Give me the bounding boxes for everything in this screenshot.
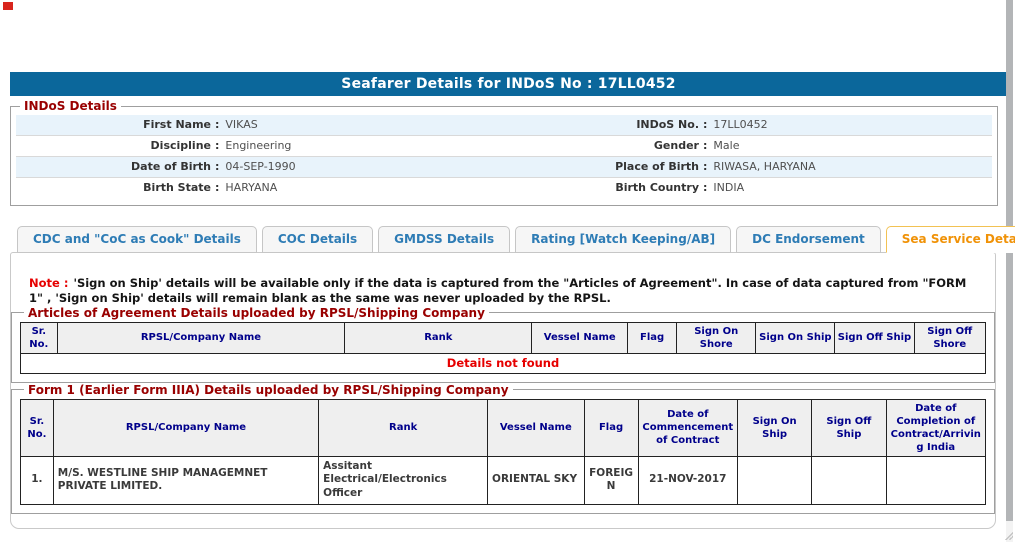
tab-bar: CDC and "CoC as Cook" Details COC Detail… — [17, 226, 1015, 253]
page-title: Seafarer Details for INDoS No : 17LL0452 — [341, 76, 676, 92]
field-value-gender: Male — [713, 139, 740, 152]
details-not-found-message: Details not found — [20, 352, 986, 374]
separator: : — [215, 118, 220, 131]
field-value-date-of-birth: 04-SEP-1990 — [225, 160, 296, 173]
tab-gmdss-details[interactable]: GMDSS Details — [378, 226, 511, 253]
table-header-row: Sr. No. RPSL/Company Name Rank Vessel Na… — [20, 321, 987, 354]
cell-date-of-completion — [885, 455, 987, 505]
tab-content-panel: Note : 'Sign on Ship' details will be ava… — [10, 252, 996, 529]
col-header-rank: Rank — [344, 321, 533, 354]
articles-of-agreement-table: Sr. No. RPSL/Company Name Rank Vessel Na… — [20, 321, 987, 374]
table-row: Details not found — [20, 352, 986, 374]
broken-image-icon — [3, 2, 13, 10]
field-value-birth-state: HARYANA — [225, 181, 278, 194]
cell-sr-no: 1. — [20, 455, 54, 505]
articles-of-agreement-fieldset: Articles of Agreement Details uploaded b… — [11, 305, 995, 383]
field-label-birth-country: Birth Country — [615, 181, 699, 194]
col-header-sr-no: Sr. No. — [20, 321, 58, 354]
page-title-bar: Seafarer Details for INDoS No : 17LL0452 — [10, 72, 1007, 96]
field-label-date-of-birth: Date of Birth — [131, 160, 211, 173]
field-gender: Gender: Male — [504, 136, 992, 156]
indos-details-legend: INDoS Details — [24, 99, 117, 113]
separator: : — [215, 160, 220, 173]
articles-of-agreement-legend: Articles of Agreement Details uploaded b… — [28, 305, 485, 320]
tab-cdc-and-coc-as-cook-details[interactable]: CDC and "CoC as Cook" Details — [17, 226, 257, 253]
separator: : — [215, 181, 220, 194]
tab-sea-service-details[interactable]: Sea Service Details — [885, 226, 1015, 253]
indos-details-fieldset: INDoS Details First Name: VIKAS INDoS No.… — [10, 99, 998, 206]
table-header-row: Sr. No. RPSL/Company Name Rank Vessel Na… — [20, 398, 987, 457]
detail-row: Date of Birth:04-SEP-1990 Place of Birth… — [16, 157, 992, 178]
col-header-sign-on-ship: Sign On Ship — [755, 321, 836, 354]
separator: : — [703, 118, 708, 131]
cell-vessel-name: ORIENTAL SKY — [487, 455, 585, 505]
field-label-gender: Gender — [653, 139, 699, 152]
field-label-first-name: First Name — [143, 118, 211, 131]
form1-details-fieldset: Form 1 (Earlier Form IIIA) Details uploa… — [11, 382, 995, 514]
field-first-name: First Name: VIKAS — [16, 115, 504, 135]
separator: : — [215, 139, 220, 152]
form1-details-legend: Form 1 (Earlier Form IIIA) Details uploa… — [28, 382, 509, 397]
tab-dc-endorsement[interactable]: DC Endorsement — [736, 226, 881, 253]
col-header-vessel-name: Vessel Name — [531, 321, 628, 354]
col-header-rpsl-company-name: RPSL/Company Name — [52, 398, 320, 457]
field-label-place-of-birth: Place of Birth — [615, 160, 699, 173]
field-date-of-birth: Date of Birth:04-SEP-1990 — [16, 157, 504, 177]
separator: : — [703, 181, 708, 194]
note-text: 'Sign on Ship' details will be available… — [29, 276, 967, 305]
detail-row: Birth State: HARYANA Birth Country: INDIA — [16, 178, 992, 198]
col-header-rank: Rank — [318, 398, 489, 457]
field-label-indos-no: INDoS No. — [636, 118, 699, 131]
table-row: 1. M/S. WESTLINE SHIP MANAGEMNET PRIVATE… — [20, 455, 987, 505]
vertical-scrollbar-thumb[interactable] — [1006, 0, 1013, 521]
cell-flag: FOREIGN — [583, 455, 639, 505]
tab-rating-watch-keeping-ab[interactable]: Rating [Watch Keeping/AB] — [515, 226, 732, 253]
cell-date-of-commencement: 21-NOV-2017 — [637, 455, 738, 505]
form1-details-table: Sr. No. RPSL/Company Name Rank Vessel Na… — [20, 398, 987, 505]
field-indos-no: INDoS No.:17LL0452 — [504, 115, 992, 135]
tab-coc-details[interactable]: COC Details — [261, 226, 374, 253]
col-header-sr-no: Sr. No. — [20, 398, 54, 457]
field-value-discipline: Engineering — [225, 139, 292, 152]
col-header-sign-on-shore: Sign On Shore — [676, 321, 757, 354]
col-header-date-of-commencement-of-contract: Date of Commencement of Contract — [637, 398, 738, 457]
field-place-of-birth: Place of Birth: RIWASA, HARYANA — [504, 157, 992, 177]
field-value-birth-country: INDIA — [713, 181, 745, 194]
field-label-discipline: Discipline — [150, 139, 211, 152]
col-header-sign-off-ship: Sign Off Ship — [811, 398, 887, 457]
field-label-birth-state: Birth State — [143, 181, 211, 194]
note: Note : 'Sign on Ship' details will be ava… — [29, 276, 977, 306]
cell-sign-on-ship — [736, 455, 813, 505]
field-value-indos-no: 17LL0452 — [713, 118, 768, 131]
col-header-sign-on-ship: Sign On Ship — [736, 398, 813, 457]
note-prefix: Note : — [29, 276, 69, 290]
cell-sign-off-ship — [811, 455, 887, 505]
field-birth-state: Birth State: HARYANA — [16, 178, 504, 198]
col-header-date-of-completion-of-contract-arriving-india: Date of Completion of Contract/Arriving … — [885, 398, 987, 457]
col-header-flag: Flag — [626, 321, 678, 354]
separator: : — [703, 139, 708, 152]
field-birth-country: Birth Country: INDIA — [504, 178, 992, 198]
field-discipline: Discipline: Engineering — [16, 136, 504, 156]
cell-rank: Assitant Electrical/Electronics Officer — [318, 455, 489, 505]
detail-row: Discipline: Engineering Gender: Male — [16, 136, 992, 157]
separator: : — [703, 160, 708, 173]
field-value-place-of-birth: RIWASA, HARYANA — [713, 160, 816, 173]
detail-row: First Name: VIKAS INDoS No.:17LL0452 — [16, 115, 992, 136]
col-header-sign-off-shore: Sign Off Shore — [913, 321, 987, 354]
resize-grip-icon — [1004, 531, 1013, 540]
col-header-flag: Flag — [583, 398, 639, 457]
field-value-first-name: VIKAS — [225, 118, 258, 131]
col-header-rpsl-company-name: RPSL/Company Name — [56, 321, 346, 354]
cell-rpsl-company-name: M/S. WESTLINE SHIP MANAGEMNET PRIVATE LI… — [52, 455, 320, 505]
col-header-sign-off-ship: Sign Off Ship — [834, 321, 915, 354]
col-header-vessel-name: Vessel Name — [487, 398, 585, 457]
